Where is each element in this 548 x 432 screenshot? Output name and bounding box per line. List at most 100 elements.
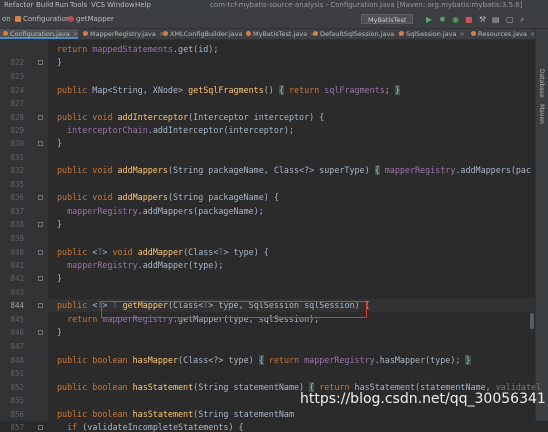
code-token: ;	[384, 85, 395, 95]
menu-item-refactor[interactable]: Refactor	[4, 0, 33, 11]
editor-scrollbar[interactable]	[530, 313, 534, 329]
close-icon[interactable]: ×	[460, 30, 465, 38]
breadcrumb-item[interactable]: Configuration	[15, 11, 70, 28]
breadcrumb-icon	[15, 16, 21, 22]
line-number: 851	[10, 369, 24, 378]
code-token: (String statementNam	[193, 409, 294, 419]
breadcrumb-item[interactable]: getMapper	[68, 11, 114, 28]
menu-item-tools[interactable]: Tools	[70, 0, 87, 11]
tab-resources[interactable]: Resources.java ×	[468, 29, 535, 39]
code-token: }	[394, 85, 400, 95]
code-token: public	[57, 300, 93, 310]
tab-defaultsqlsession[interactable]: DefaultSqlSession.java×	[310, 29, 403, 39]
coverage-icon[interactable]: ◉	[452, 15, 459, 24]
fold-marker[interactable]	[38, 195, 43, 200]
code-line: }	[57, 219, 62, 229]
line-number: 855	[10, 396, 24, 405]
search-icon[interactable]: ⌕	[520, 15, 524, 24]
fold-marker[interactable]	[38, 276, 43, 281]
menu-item-build[interactable]: Build	[36, 0, 54, 11]
right-tool-sidebar: Database Maven	[535, 29, 548, 421]
run-icon[interactable]: ▶	[426, 15, 432, 24]
tab-sqlsession[interactable]: SqlSession.java ×	[396, 29, 465, 39]
breadcrumb-label: on	[2, 15, 11, 23]
tab-label: Resources.java	[478, 30, 527, 38]
line-number: 843	[10, 288, 24, 297]
code-line: if (validateIncompleteStatements) {	[57, 422, 244, 432]
code-token: }	[57, 219, 63, 229]
line-number: 839	[10, 234, 24, 243]
sidebar-tab-maven[interactable]: Maven	[538, 104, 545, 124]
tab-mybatistest[interactable]: MyBatisTest.java×	[243, 29, 316, 39]
highlight-box	[101, 301, 367, 318]
code-token: hasStatement	[132, 409, 194, 419]
code-line: public <T> void addMapper(Class<T> type)…	[57, 247, 269, 257]
code-token: return	[67, 314, 103, 324]
code-token: > type) {	[223, 247, 269, 257]
code-token: }	[57, 138, 63, 148]
code-line: public boolean hasMapper(Class<?> type) …	[57, 355, 471, 365]
fold-marker[interactable]	[38, 425, 43, 430]
line-number: 842	[10, 274, 24, 283]
code-token: .addMapper(type);	[137, 260, 224, 270]
structure-icon[interactable]: ▤	[492, 15, 500, 24]
code-line: }	[57, 138, 62, 148]
code-token: mappedStatements	[92, 44, 173, 54]
menu-item-vcs[interactable]: VCS	[91, 0, 105, 11]
line-number: 822	[10, 58, 24, 67]
code-token: getSqlFragments	[188, 85, 264, 95]
code-token: }	[465, 355, 471, 365]
code-line: interceptorChain.addInterceptor(intercep…	[57, 125, 294, 135]
tab-label: DefaultSqlSession.java	[320, 30, 395, 38]
code-token: ()	[263, 85, 279, 95]
code-line: mapperRegistry.addMapper(type);	[57, 260, 223, 270]
fold-marker[interactable]	[38, 60, 43, 65]
code-token: (String packageName, Class<?> superType)	[167, 165, 375, 175]
breadcrumb-label: Configuration	[23, 15, 71, 23]
fold-marker[interactable]	[38, 141, 43, 146]
run-configuration-select[interactable]: MyBatisTest	[361, 14, 413, 24]
line-number: 845	[10, 315, 24, 324]
class-file-icon	[399, 31, 404, 36]
code-token: (Interceptor interceptor) {	[188, 112, 325, 122]
close-icon[interactable]: ×	[73, 30, 78, 38]
breadcrumb-item[interactable]: on	[2, 11, 11, 28]
code-line: }	[57, 273, 62, 283]
code-token: (String packageName) {	[167, 192, 279, 202]
tab-label: SqlSession.java	[406, 30, 457, 38]
line-number: 829	[10, 126, 24, 135]
code-token: public	[57, 247, 93, 257]
fold-marker[interactable]	[38, 222, 43, 227]
menu-item-window[interactable]: Window	[107, 0, 135, 11]
code-token: void	[112, 247, 138, 257]
line-number: 847	[10, 342, 24, 351]
window-title: com-tcf-mybatis-source-analysis - Config…	[210, 1, 523, 9]
sidebar-tab-database[interactable]: Database	[538, 69, 545, 98]
tab-configuration[interactable]: Configuration.java ×	[0, 29, 79, 39]
build-icon[interactable]: ⚒	[479, 15, 486, 24]
window-icon[interactable]: ▢	[506, 15, 514, 24]
stop-icon[interactable]: ■	[465, 15, 473, 24]
code-token: .hasMapper(type);	[374, 355, 466, 365]
menu-item-run[interactable]: Run	[55, 0, 68, 11]
code-token: public boolean	[57, 382, 133, 392]
debug-icon[interactable]: ✹	[439, 15, 446, 24]
fold-marker[interactable]	[38, 115, 43, 120]
tab-xmlconfigbuilder[interactable]: XMLConfigBuilder.java×	[160, 29, 251, 39]
fold-marker[interactable]	[38, 303, 43, 308]
fold-marker[interactable]	[38, 330, 43, 335]
fold-marker[interactable]	[38, 250, 43, 255]
code-line: mapperRegistry.addMappers(packageName);	[57, 206, 264, 216]
breadcrumb-label: getMapper	[76, 15, 114, 23]
code-token: mapperRegistry	[384, 165, 456, 175]
class-file-icon	[3, 31, 8, 36]
code-token: if	[67, 422, 83, 432]
menu-item-help[interactable]: Help	[135, 0, 151, 11]
tab-mapperregistry[interactable]: MapperRegistry.java ×	[80, 29, 164, 39]
code-token: mapperRegistry	[67, 260, 138, 270]
breadcrumb-icon	[68, 16, 74, 22]
